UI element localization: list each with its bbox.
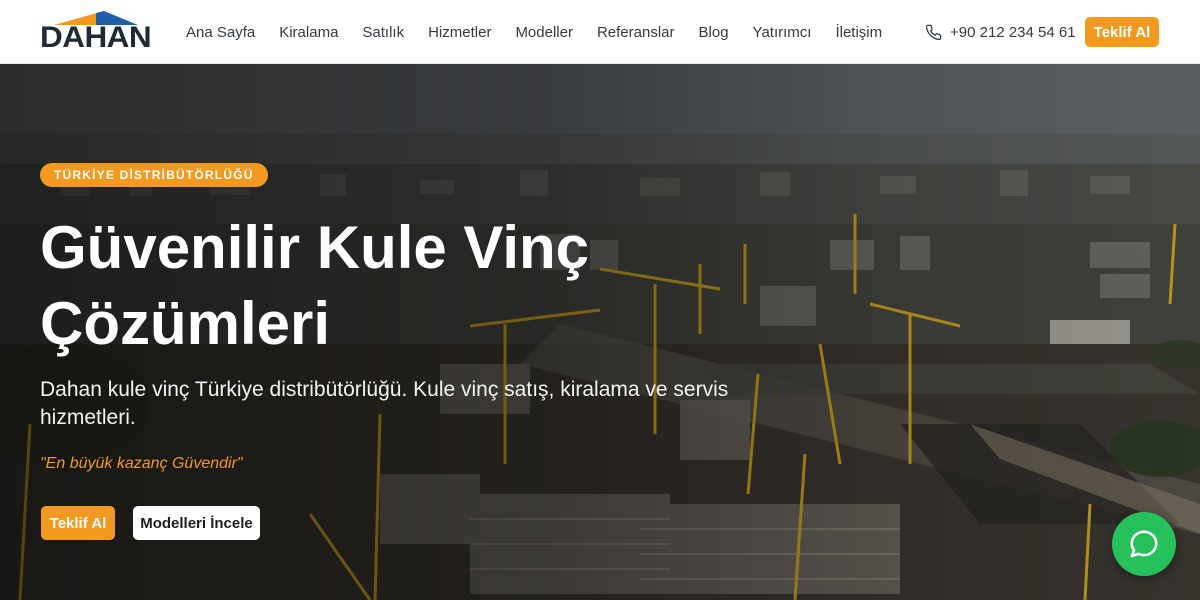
nav-item-blog[interactable]: Blog: [699, 24, 729, 41]
nav-item-satilik[interactable]: Satılık: [362, 24, 404, 41]
logo-wordmark: DAHAN: [40, 21, 152, 54]
hero-badge: TÜRKİYE DİSTRİBÜTÖRLÜĞÜ: [40, 163, 268, 187]
nav-item-modeller[interactable]: Modeller: [515, 24, 573, 41]
phone-link[interactable]: +90 212 234 54 61: [925, 0, 1076, 64]
nav-item-hizmetler[interactable]: Hizmetler: [428, 24, 491, 41]
site-header: DAHAN Ana Sayfa Kiralama Satılık Hizmetl…: [0, 0, 1200, 64]
hero-description: Dahan kule vinç Türkiye distribütörlüğü.…: [40, 378, 729, 429]
header-teklif-al-button[interactable]: Teklif Al: [1085, 17, 1159, 47]
hero-quote: "En büyük kazanç Güvendir": [40, 455, 243, 472]
phone-icon: [925, 24, 942, 40]
whatsapp-chat-icon: [1130, 530, 1158, 558]
phone-number: +90 212 234 54 61: [950, 23, 1076, 41]
dahan-logo[interactable]: DAHAN: [40, 11, 164, 53]
hero-teklif-al-button[interactable]: Teklif Al: [41, 506, 115, 540]
hero-modelleri-incele-button[interactable]: Modelleri İncele: [133, 506, 260, 540]
whatsapp-chat-button[interactable]: [1112, 512, 1176, 576]
nav-item-yatirimci[interactable]: Yatırımcı: [753, 24, 812, 41]
main-nav: Ana Sayfa Kiralama Satılık Hizmetler Mod…: [186, 0, 906, 64]
nav-item-kiralama[interactable]: Kiralama: [279, 24, 338, 41]
nav-item-referanslar[interactable]: Referanslar: [597, 24, 675, 41]
nav-item-iletisim[interactable]: İletişim: [835, 24, 882, 41]
nav-item-ana-sayfa[interactable]: Ana Sayfa: [186, 24, 255, 41]
hero-title: Güvenilir Kule Vinç Çözümleri: [40, 214, 590, 357]
